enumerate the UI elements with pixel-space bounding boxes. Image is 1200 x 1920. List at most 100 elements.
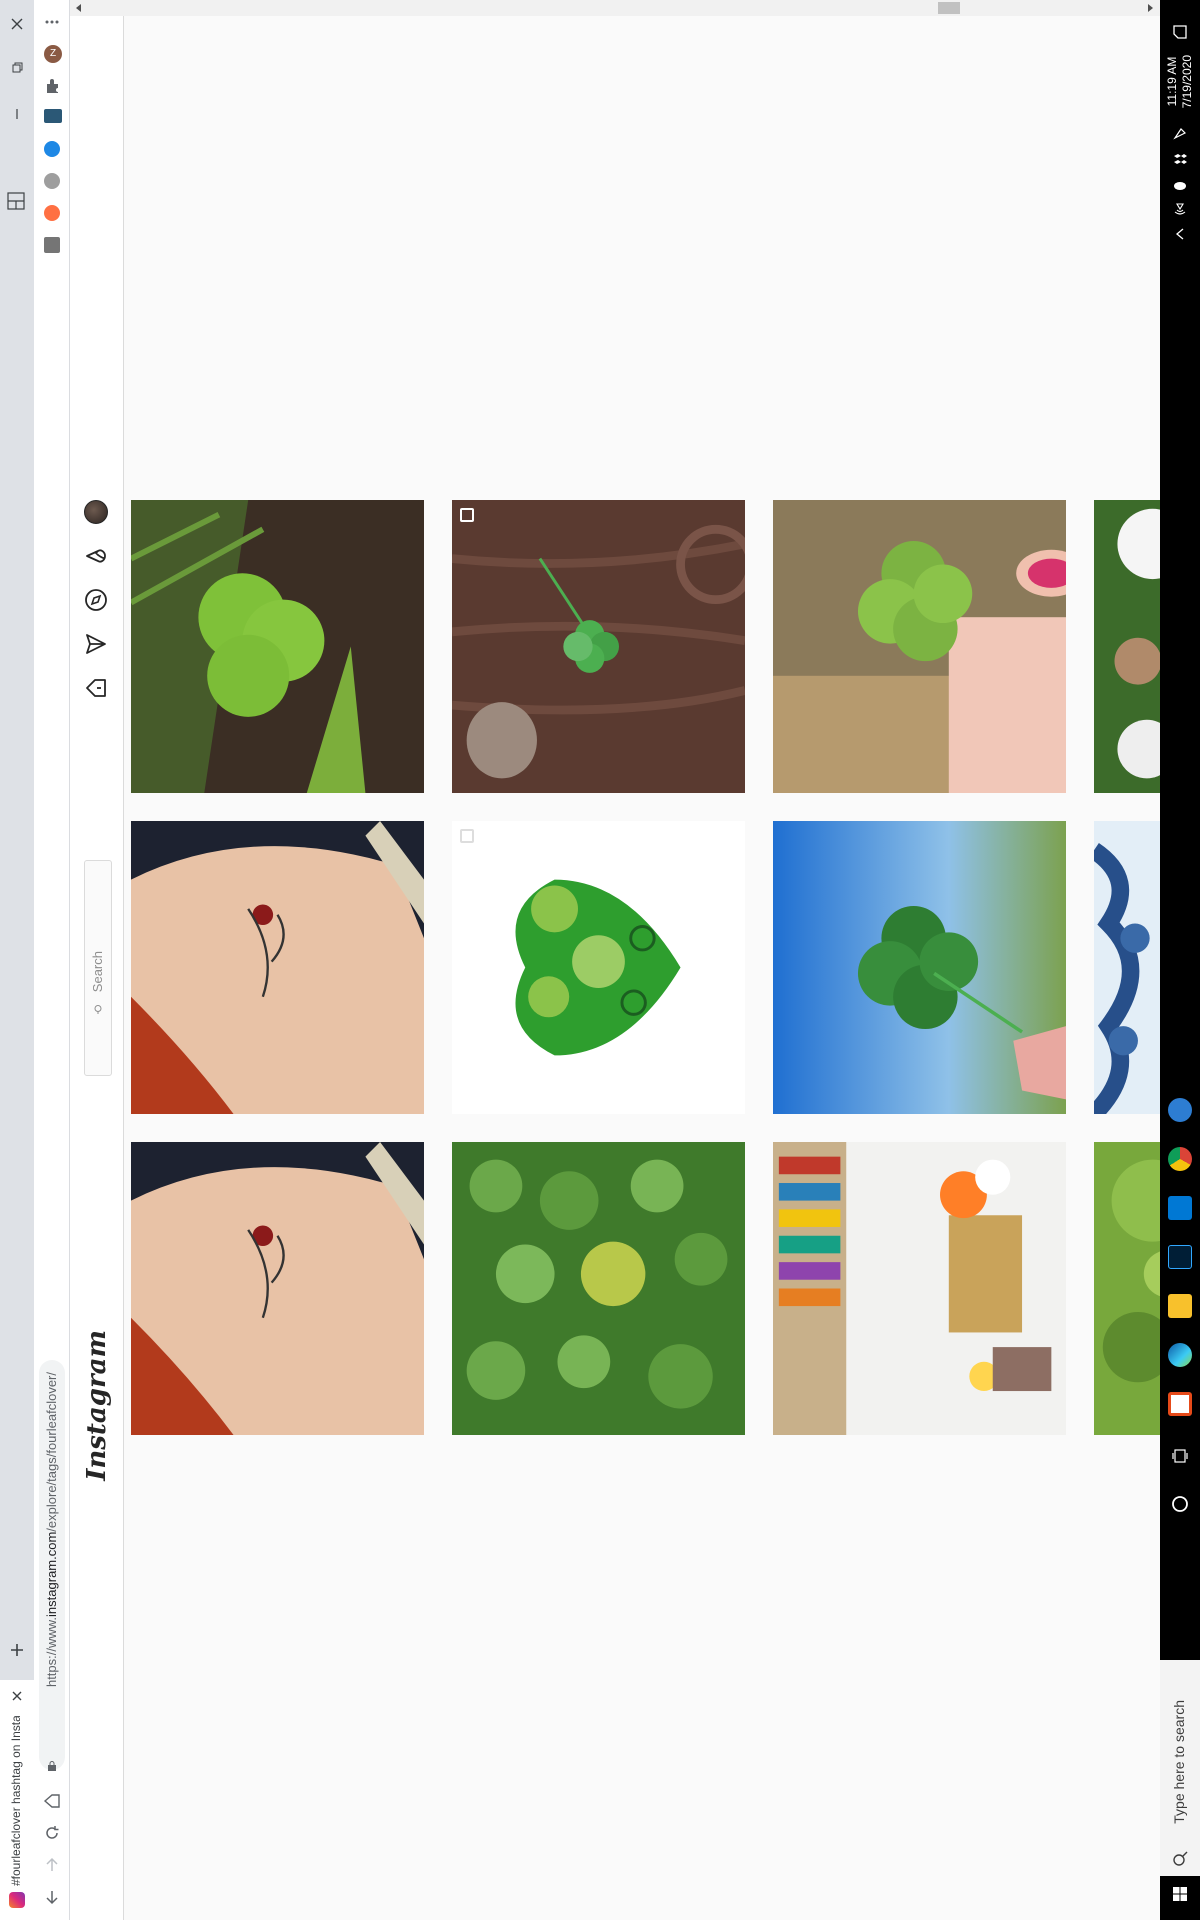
post-image [452,821,745,1114]
post-thumbnail[interactable] [1094,1142,1160,1435]
search-input[interactable]: Search [84,860,112,1076]
scroll-left-arrow-icon[interactable] [76,4,81,12]
app-settings-icon[interactable] [1168,1098,1192,1122]
address-url: https://www.instagram.com/explore/tags/f… [44,1372,59,1687]
reload-icon [46,1826,59,1839]
ime-icon[interactable] [1172,125,1188,141]
browser-tab-strip: #fourleafclover hashtag on Insta... [0,0,34,1920]
post-image [773,500,1066,793]
instagram-favicon-icon [9,1892,25,1908]
task-view-button[interactable] [1170,1446,1190,1466]
app-photoshop-icon[interactable] [1168,1245,1192,1269]
post-thumbnail[interactable] [452,500,745,793]
post-image [773,821,1066,1114]
plus-icon [11,1644,23,1656]
window-restore-button[interactable] [7,58,27,78]
scroll-right-arrow-icon[interactable] [1148,4,1153,12]
instagram-header: Search Instagram [70,0,124,1920]
post-thumbnail[interactable] [1094,500,1160,793]
post-thumbnail[interactable] [452,1142,745,1435]
start-button[interactable] [1170,1884,1190,1904]
taskbar-clock[interactable]: 11:19 AM 7/19/2020 [1165,55,1195,108]
app-edge-icon[interactable] [1168,1343,1192,1367]
cortana-icon [1172,1496,1188,1512]
window-minimize-button[interactable] [7,104,27,124]
post-thumbnail[interactable] [131,500,424,793]
back-button[interactable] [42,1887,62,1907]
tab-instagram[interactable]: #fourleafclover hashtag on Insta... [0,1680,34,1920]
multiple-images-icon [460,508,474,522]
heart-icon [86,549,106,563]
reload-button[interactable] [42,1823,62,1843]
profile-avatar[interactable] [84,500,108,524]
home-icon [86,679,106,697]
extension-gray-icon[interactable] [44,173,60,189]
notification-button[interactable] [1170,22,1190,42]
multiple-images-icon [460,829,474,843]
task-view-icon [1172,1449,1188,1463]
extension-gray-square-icon[interactable] [44,237,60,253]
post-thumbnail[interactable] [1094,821,1160,1114]
app-office-icon[interactable] [1168,1392,1192,1416]
forward-button[interactable] [42,1855,62,1875]
scrollbar-thumb[interactable] [938,2,960,14]
post-thumbnail[interactable] [773,1142,1066,1435]
horizontal-scrollbar[interactable] [70,0,1160,16]
post-thumbnail[interactable] [773,500,1066,793]
show-hidden-icons-button[interactable] [1172,226,1188,242]
notification-icon [1173,25,1187,39]
profile-avatar[interactable]: Z [44,45,62,63]
extension-blue-icon[interactable] [44,141,60,157]
home-icon [43,1794,60,1808]
lock-icon[interactable] [47,1758,57,1771]
instagram-logo[interactable]: Instagram [82,1330,112,1481]
app-chrome-icon[interactable] [1168,1147,1192,1171]
dropbox-icon[interactable] [1172,152,1188,168]
post-thumbnail[interactable] [452,821,745,1114]
taskbar-search-placeholder: Type here to search [1171,1700,1187,1824]
explore-tag-page [124,0,1160,1920]
post-thumbnail[interactable] [131,821,424,1114]
post-thumbnail[interactable] [131,1142,424,1435]
minimize-icon [16,109,18,119]
new-tab-button[interactable] [7,1640,27,1660]
app-outlook-icon[interactable] [1168,1196,1192,1220]
home-button[interactable] [84,676,108,700]
layout-icon [7,192,25,210]
post-image [1094,500,1160,793]
tab-title: #fourleafclover hashtag on Insta... [9,1716,23,1886]
app-file-explorer-icon[interactable] [1168,1294,1192,1318]
search-icon [1171,1850,1189,1868]
direct-button[interactable] [84,632,108,656]
tab-search-button[interactable] [3,188,29,214]
url-host: instagram.com [44,1531,59,1617]
extensions-icon[interactable] [44,77,62,95]
address-bar[interactable]: https://www.instagram.com/explore/tags/f… [39,1360,65,1771]
volume-icon[interactable] [1172,202,1188,218]
search-placeholder: Search [90,951,105,993]
profile-initial: Z [49,48,57,59]
browser-toolbar: Z https://www.instagram.com/explore/tags… [34,0,70,1920]
post-thumbnail[interactable] [773,821,1066,1114]
windows-taskbar: 11:19 AM 7/19/2020 Type here to search [1160,0,1200,1920]
extension-orange-icon[interactable] [44,205,60,221]
explore-button[interactable] [84,588,108,612]
window-close-button[interactable] [7,14,27,34]
cortana-button[interactable] [1170,1494,1190,1514]
tab-close-button[interactable] [9,1688,25,1704]
post-image [1094,821,1160,1114]
url-scheme: https://www. [44,1616,59,1688]
menu-button[interactable] [42,12,62,32]
compass-icon [85,589,107,611]
extension-chart-icon[interactable] [44,109,62,123]
taskbar-search-box[interactable]: Type here to search [1160,1660,1200,1876]
home-button[interactable] [42,1791,62,1811]
onedrive-icon[interactable] [1172,177,1188,193]
arrow-down-icon [46,1891,58,1905]
chevron-icon [1175,228,1184,240]
windows-icon [1173,1887,1187,1901]
activity-button[interactable] [84,544,108,568]
clock-time: 11:19 AM [1165,56,1179,107]
post-image [773,1142,1066,1435]
clock-date: 7/19/2020 [1180,55,1194,109]
